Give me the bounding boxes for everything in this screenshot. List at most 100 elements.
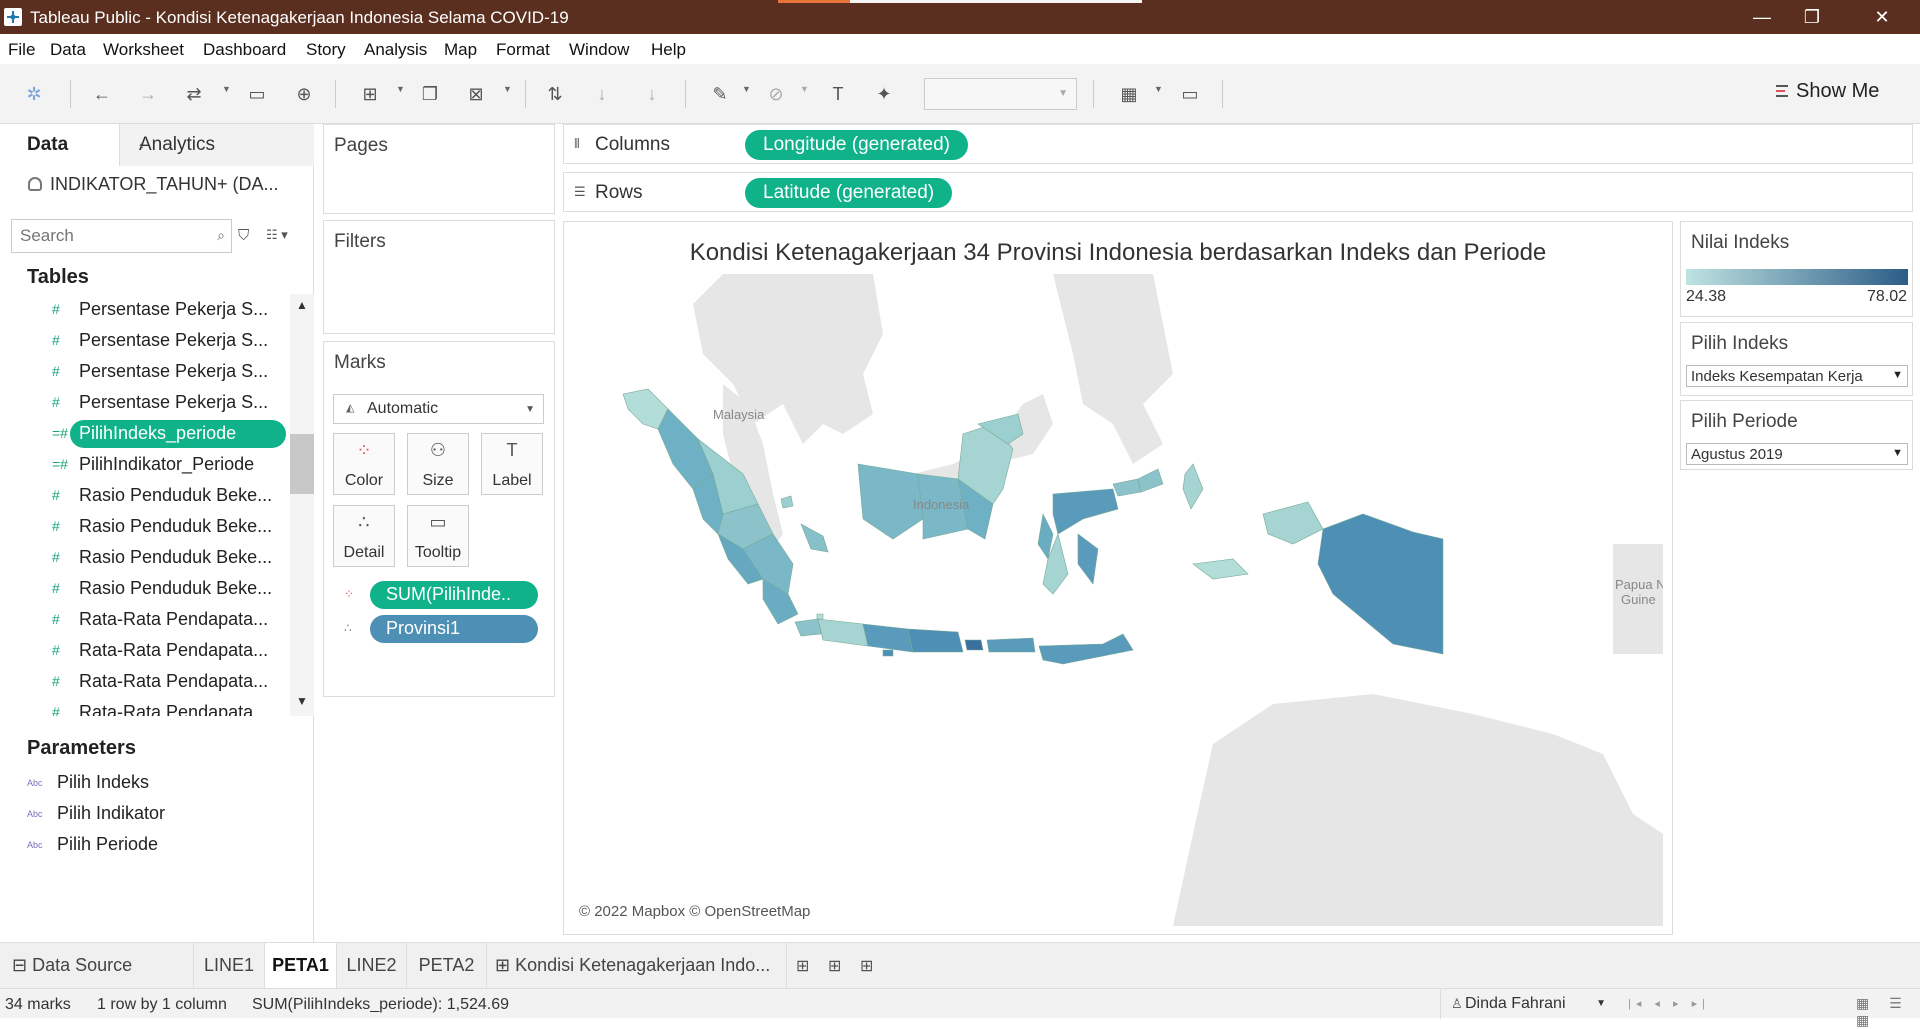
label-button[interactable]: T Label — [481, 433, 543, 495]
province-bali[interactable] — [964, 639, 984, 651]
latitude-pill[interactable]: Latitude (generated) — [745, 178, 953, 208]
mark-type-dropdown[interactable]: ◭ Automatic ▼ — [333, 394, 544, 424]
province-papua-barat[interactable] — [1262, 501, 1324, 545]
field-item[interactable]: # Persentase Pekerja S... — [0, 387, 290, 418]
rows-shelf[interactable]: ☰ Rows Latitude (generated) — [563, 172, 1913, 212]
field-item-selected[interactable]: =# PilihIndeks_periode — [0, 418, 290, 449]
province-papua[interactable] — [1317, 513, 1444, 655]
field-item[interactable]: # Rasio Penduduk Beke... — [0, 480, 290, 511]
show-me-button[interactable]: Show Me — [1776, 80, 1879, 103]
field-item[interactable]: # Rata-Rata Pendapata... — [0, 604, 290, 635]
province-ntb[interactable] — [986, 637, 1036, 653]
field-item[interactable]: =# PilihIndikator_Periode — [0, 449, 290, 480]
tab-data[interactable]: Data — [0, 124, 119, 166]
tableau-home-icon[interactable]: ✲ — [22, 82, 46, 106]
search-input[interactable] — [20, 226, 200, 246]
province-sulut[interactable] — [1137, 468, 1164, 493]
field-list-scrollbar[interactable]: ▲ ▼ — [290, 294, 314, 716]
province-diy[interactable] — [882, 649, 894, 657]
sheet-navigation-icons[interactable]: |◂ ◂ ▸ ▸| — [1628, 997, 1710, 1010]
color-legend[interactable]: Nilai Indeks 24.38 78.02 — [1680, 221, 1913, 317]
show-mark-labels-icon[interactable]: T — [826, 82, 850, 106]
field-item[interactable]: # Rata-Rata Pendapata... — [0, 635, 290, 666]
save-icon[interactable]: ▭ — [245, 82, 269, 106]
field-item[interactable]: # Persentase Pekerja S... — [0, 325, 290, 356]
user-menu[interactable]: ♙ Dinda Fahrani ▼ — [1440, 989, 1612, 1019]
highlight-icon[interactable]: ✎ — [708, 82, 732, 106]
menu-worksheet[interactable]: Worksheet — [103, 40, 184, 60]
datasource-item[interactable]: INDIKATOR_TAHUN+ (DA... — [28, 174, 279, 195]
scroll-thumb[interactable] — [290, 434, 314, 494]
filters-card[interactable]: Filters — [323, 220, 555, 334]
parameter-item[interactable]: Abc Pilih Indikator — [27, 803, 165, 824]
sort-ascending-icon[interactable]: ↓ — [590, 82, 614, 106]
pilih-indeks-dropdown[interactable]: Indeks Kesempatan Kerja ▼ — [1686, 365, 1908, 387]
field-item[interactable]: # Persentase Pekerja S... — [0, 294, 290, 325]
detail-pill[interactable]: Provinsi1 — [370, 615, 538, 643]
province-ntt[interactable] — [1038, 633, 1134, 665]
group-members-icon[interactable]: ⊘ — [764, 82, 788, 106]
menu-dashboard[interactable]: Dashboard — [203, 40, 286, 60]
minimize-button[interactable]: — — [1742, 4, 1782, 30]
field-item[interactable]: # Rata-Rata Pendapata... — [0, 697, 290, 716]
province-babel[interactable] — [800, 523, 829, 553]
province-jateng[interactable] — [862, 623, 914, 653]
menu-file[interactable]: File — [8, 40, 35, 60]
parameter-item[interactable]: Abc Pilih Periode — [27, 834, 158, 855]
menu-analysis[interactable]: Analysis — [364, 40, 427, 60]
field-item[interactable]: # Rasio Penduduk Beke... — [0, 542, 290, 573]
redo-icon[interactable]: → — [136, 82, 160, 106]
province-maluku[interactable] — [1192, 558, 1249, 580]
detail-button[interactable]: ∴ Detail — [333, 505, 395, 567]
color-button[interactable]: ⁘ Color — [333, 433, 395, 495]
tab-analytics[interactable]: Analytics ‹ — [119, 124, 314, 166]
swap-rows-columns-icon[interactable]: ⇅ — [543, 82, 567, 106]
province-sultra[interactable] — [1077, 533, 1099, 585]
maximize-button[interactable]: ❐ — [1792, 4, 1832, 30]
undo-icon[interactable]: ← — [90, 82, 114, 106]
province-sulteng[interactable] — [1052, 488, 1119, 535]
search-field[interactable]: ⌕ — [11, 219, 232, 253]
fix-axes-icon[interactable]: ✦ — [872, 82, 896, 106]
presentation-mode-icon[interactable]: ▭ — [1178, 82, 1202, 106]
group-members-caret-icon[interactable]: ▼ — [800, 84, 809, 94]
tooltip-button[interactable]: ▭ Tooltip — [407, 505, 469, 567]
menu-window[interactable]: Window — [569, 40, 629, 60]
clear-sheet-icon[interactable]: ⊠ — [464, 82, 488, 106]
new-worksheet-tab-icon[interactable]: ⊞ — [796, 956, 809, 976]
province-jabar[interactable] — [817, 618, 869, 647]
tab-peta1[interactable]: PETA1 — [265, 943, 337, 989]
pilih-periode-dropdown[interactable]: Agustus 2019 ▼ — [1686, 443, 1908, 465]
menu-story[interactable]: Story — [306, 40, 346, 60]
field-item[interactable]: # Persentase Pekerja S... — [0, 356, 290, 387]
tab-dashboard[interactable]: ⊞ Kondisi Ketenagakerjaan Indo... — [487, 943, 787, 989]
size-button[interactable]: ⚇ Size — [407, 433, 469, 495]
province-banten[interactable] — [794, 618, 822, 637]
view-toggle-icons[interactable]: ▦ ☰ ▦ — [1856, 995, 1920, 1029]
close-button[interactable]: ✕ — [1862, 4, 1902, 30]
new-worksheet-icon[interactable]: ⊞ — [358, 82, 382, 106]
menu-format[interactable]: Format — [496, 40, 550, 60]
tab-line1[interactable]: LINE1 — [194, 943, 265, 989]
parameter-item[interactable]: Abc Pilih Indeks — [27, 772, 149, 793]
fit-dropdown[interactable]: ▼ — [924, 78, 1077, 110]
field-item[interactable]: # Rasio Penduduk Beke... — [0, 511, 290, 542]
new-dashboard-tab-icon[interactable]: ⊞ — [828, 956, 841, 976]
map-view[interactable]: Malaysia Indonesia Papua N Guine © 2022 … — [573, 274, 1663, 926]
new-story-tab-icon[interactable]: ⊞ — [860, 956, 873, 976]
tab-data-source[interactable]: ⊟ Data Source — [0, 943, 194, 989]
province-dki[interactable] — [816, 613, 824, 620]
province-jatim[interactable] — [907, 628, 964, 653]
scroll-up-icon[interactable]: ▲ — [296, 298, 308, 312]
longitude-pill[interactable]: Longitude (generated) — [745, 130, 968, 160]
sort-descending-icon[interactable]: ↓ — [640, 82, 664, 106]
show-cards-caret-icon[interactable]: ▼ — [1154, 84, 1163, 94]
replay-icon[interactable]: ⇄ — [182, 82, 206, 106]
duplicate-sheet-icon[interactable]: ❐ — [418, 82, 442, 106]
show-cards-icon[interactable]: ▦ — [1117, 82, 1141, 106]
pages-card[interactable]: Pages — [323, 124, 555, 214]
new-worksheet-caret-icon[interactable]: ▼ — [396, 84, 405, 94]
tab-peta2[interactable]: PETA2 — [407, 943, 487, 989]
province-gorontalo[interactable] — [1112, 478, 1142, 497]
menu-data[interactable]: Data — [50, 40, 86, 60]
